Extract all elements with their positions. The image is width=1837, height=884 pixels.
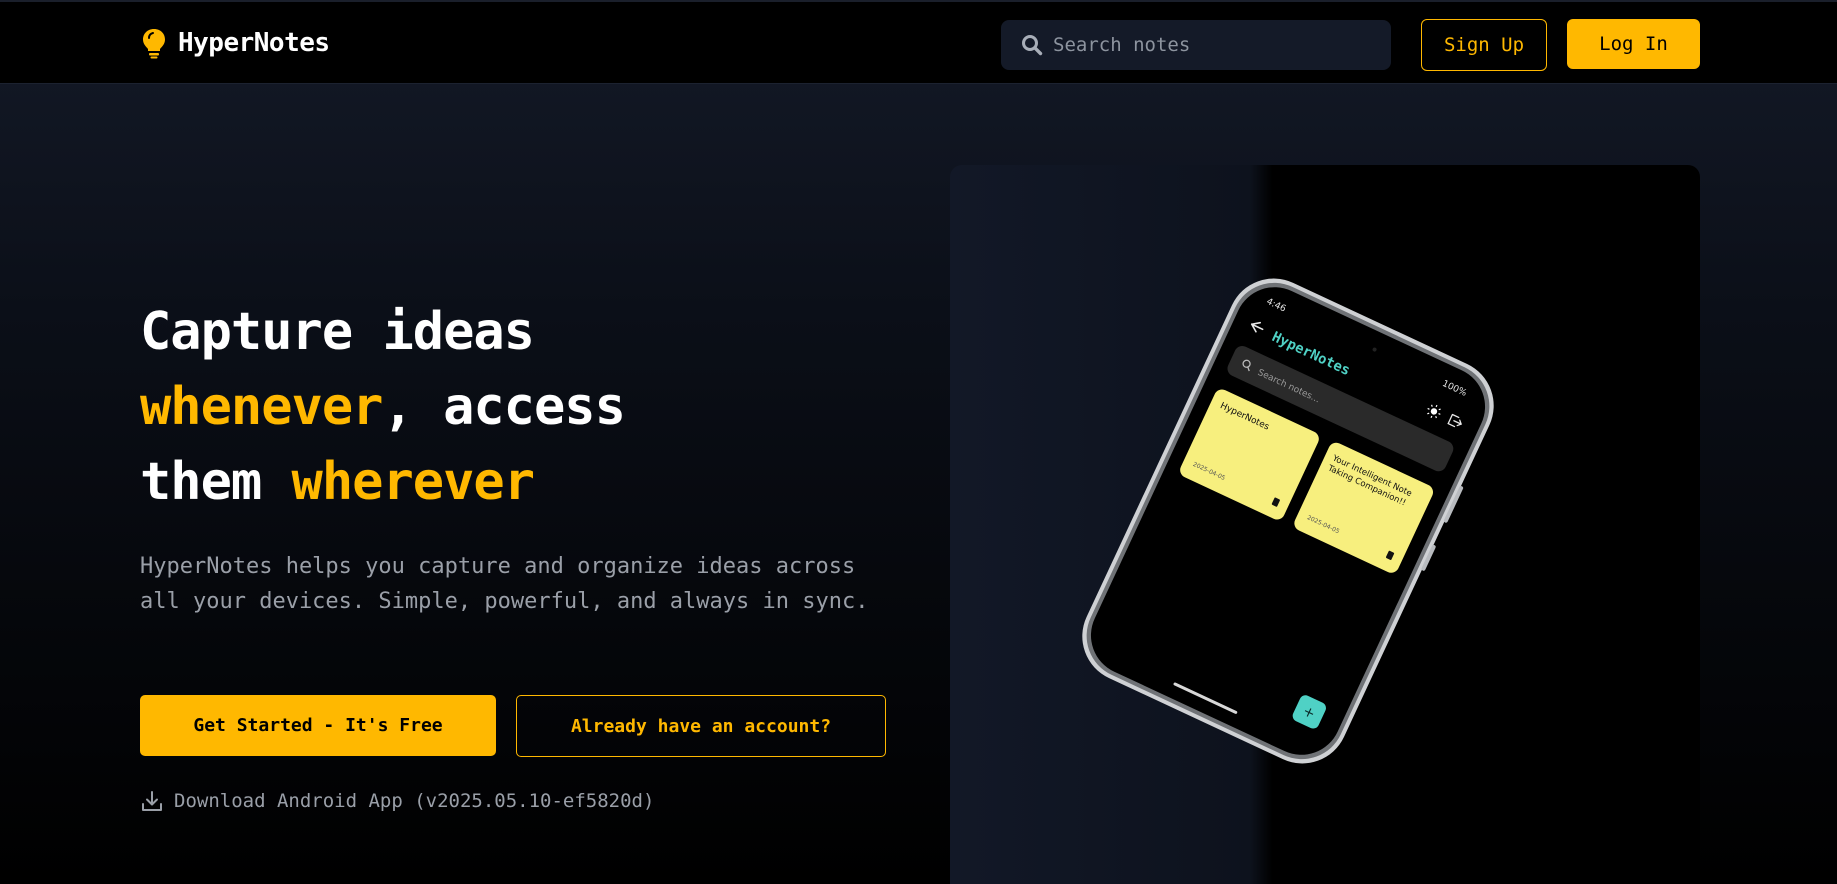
top-nav: HyperNotes Sign Up Log In xyxy=(0,0,1837,84)
search-bar[interactable] xyxy=(1001,20,1391,70)
headline-highlight-whenever: whenever xyxy=(140,377,383,437)
brand-name: HyperNotes xyxy=(178,28,330,58)
phone-mockup: 4:46 100% HyperNotes Search notes... Hyp… xyxy=(1082,278,1494,764)
app-preview-panel: 4:46 100% HyperNotes Search notes... Hyp… xyxy=(950,165,1700,884)
existing-account-button[interactable]: Already have an account? xyxy=(516,695,886,757)
download-label: Download Android App (v2025.05.10-ef5820… xyxy=(174,790,655,812)
download-icon xyxy=(142,791,162,811)
headline-part-2: , access xyxy=(382,377,625,437)
headline-part-1: Capture ideas xyxy=(140,302,535,362)
download-android-link[interactable]: Download Android App (v2025.05.10-ef5820… xyxy=(140,789,654,813)
brand-logo[interactable]: HyperNotes xyxy=(140,27,330,59)
lightbulb-icon xyxy=(143,29,165,59)
search-icon xyxy=(1022,35,1043,56)
log-in-button[interactable]: Log In xyxy=(1567,19,1700,69)
sign-up-button[interactable]: Sign Up xyxy=(1421,19,1547,71)
search-input[interactable] xyxy=(1053,34,1373,56)
headline-highlight-wherever: wherever xyxy=(291,452,535,512)
hero-description: HyperNotes helps you capture and organiz… xyxy=(140,554,869,614)
get-started-button[interactable]: Get Started - It's Free xyxy=(140,695,496,756)
headline-part-3: them xyxy=(140,452,292,512)
hero-headline: Capture ideas whenever, access them wher… xyxy=(140,295,900,520)
